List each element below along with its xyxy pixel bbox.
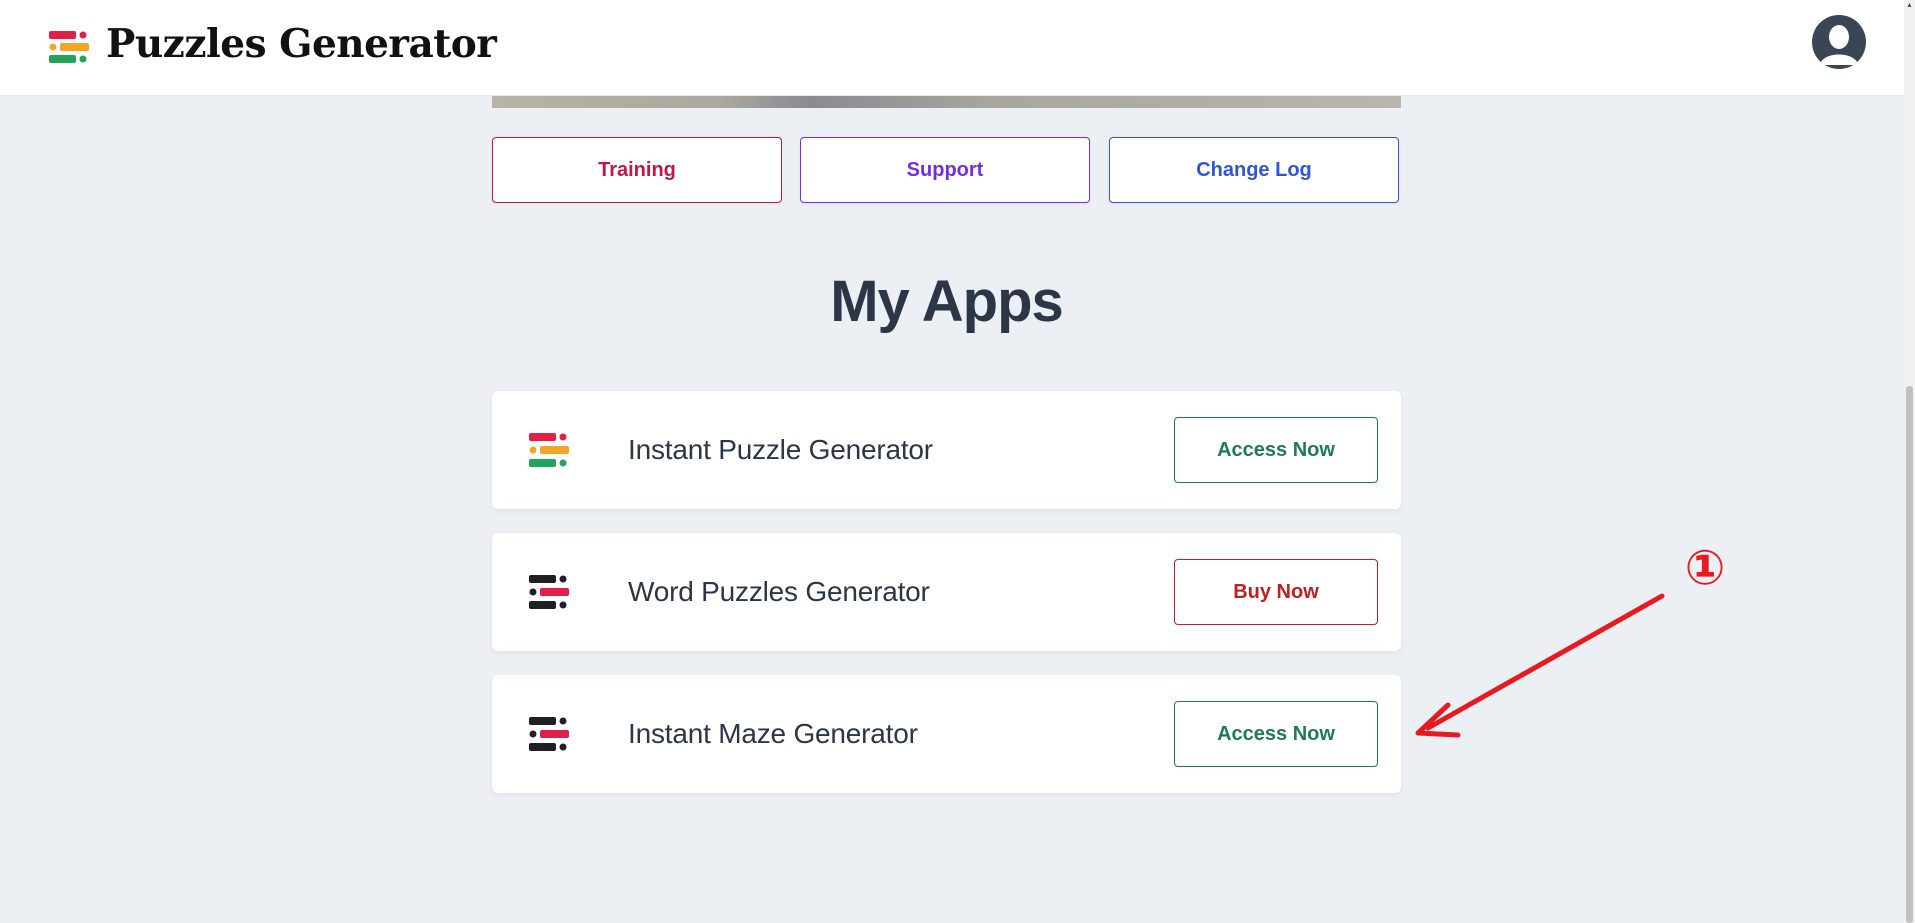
app-name: Instant Maze Generator bbox=[628, 718, 918, 749]
puzzle-bars-color-icon bbox=[529, 433, 569, 467]
app-card-instant-maze: Instant Maze Generator Access Now bbox=[492, 675, 1401, 793]
brand-title[interactable]: Puzzles Generator bbox=[106, 20, 497, 68]
app-name: Word Puzzles Generator bbox=[628, 576, 930, 607]
access-now-button[interactable]: Access Now bbox=[1174, 701, 1378, 767]
training-button[interactable]: Training bbox=[492, 137, 782, 203]
hero-image bbox=[492, 96, 1401, 108]
buy-now-button[interactable]: Buy Now bbox=[1174, 559, 1378, 625]
puzzle-bars-dark-icon bbox=[529, 717, 569, 751]
scrollbar-thumb[interactable] bbox=[1906, 386, 1913, 923]
app-name: Instant Puzzle Generator bbox=[628, 434, 933, 465]
puzzle-bars-icon[interactable] bbox=[49, 29, 89, 65]
app-card-word-puzzles: Word Puzzles Generator Buy Now bbox=[492, 533, 1401, 651]
support-button[interactable]: Support bbox=[800, 137, 1090, 203]
change-log-button[interactable]: Change Log bbox=[1109, 137, 1399, 203]
my-apps-title: My Apps bbox=[830, 269, 1064, 334]
annotation-marker: ① bbox=[1684, 542, 1726, 595]
top-header: Puzzles Generator bbox=[0, 0, 1904, 96]
scroll-up-icon[interactable]: ▲ bbox=[1906, 2, 1913, 9]
access-now-button[interactable]: Access Now bbox=[1174, 417, 1378, 483]
user-avatar-icon[interactable] bbox=[1812, 15, 1866, 69]
puzzle-bars-dark-icon bbox=[529, 575, 569, 609]
app-card-instant-puzzle: Instant Puzzle Generator Access Now bbox=[492, 391, 1401, 509]
